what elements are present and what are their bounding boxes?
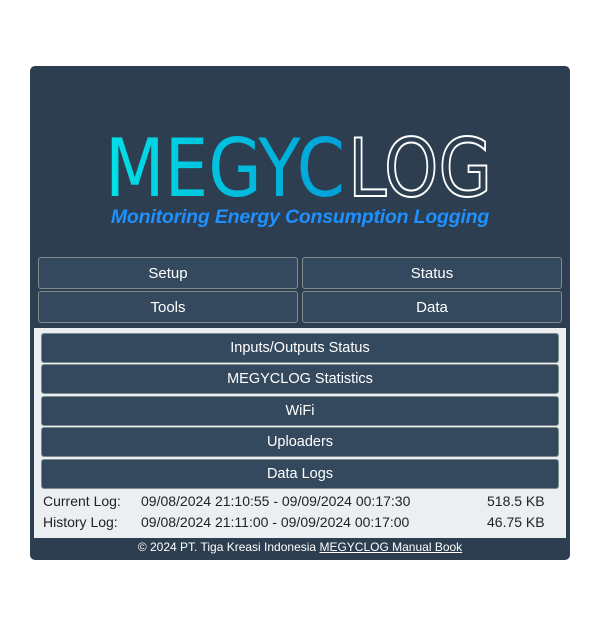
logo-wordmark: MEGYC LOG [105, 121, 493, 206]
status-content: Inputs/Outputs Status MEGYCLOG Statistic… [34, 328, 566, 538]
wifi-button[interactable]: WiFi [41, 396, 559, 426]
inputs-outputs-status-button[interactable]: Inputs/Outputs Status [41, 333, 559, 363]
megyclog-statistics-button[interactable]: MEGYCLOG Statistics [41, 364, 559, 394]
data-logs-button[interactable]: Data Logs [41, 459, 559, 489]
history-log-range: 09/08/2024 21:11:00 - 09/09/2024 00:17:0… [141, 514, 410, 530]
nav-data-button[interactable]: Data [302, 291, 562, 323]
main-nav: Setup Status Tools Data [38, 257, 562, 323]
history-log-size: 46.75 KB [487, 514, 545, 530]
logo-text-log: LOG [348, 122, 492, 206]
nav-tools-button[interactable]: Tools [38, 291, 298, 323]
uploaders-button[interactable]: Uploaders [41, 427, 559, 457]
footer: © 2024 PT. Tiga Kreasi Indonesia MEGYCLO… [30, 540, 570, 554]
copyright-text: © 2024 PT. Tiga Kreasi Indonesia [137, 540, 317, 554]
logo-text-megyc: MEGYC [105, 122, 345, 206]
megyclog-logo: MEGYC LOG Monitoring Energy Consumption … [30, 66, 570, 256]
history-log-row: History Log: 09/08/2024 21:11:00 - 09/09… [43, 514, 558, 532]
logo-tagline: Monitoring Energy Consumption Logging [110, 206, 490, 228]
current-log-row: Current Log: 09/08/2024 21:10:55 - 09/09… [43, 493, 558, 511]
history-log-label: History Log: [43, 514, 118, 530]
main-panel: MEGYC LOG Monitoring Energy Consumption … [30, 66, 570, 560]
nav-setup-button[interactable]: Setup [38, 257, 298, 289]
current-log-size: 518.5 KB [487, 493, 545, 509]
nav-status-button[interactable]: Status [302, 257, 562, 289]
current-log-label: Current Log: [43, 493, 121, 509]
current-log-range: 09/08/2024 21:10:55 - 09/09/2024 00:17:3… [141, 493, 411, 509]
manual-book-link[interactable]: MEGYCLOG Manual Book [319, 540, 462, 554]
